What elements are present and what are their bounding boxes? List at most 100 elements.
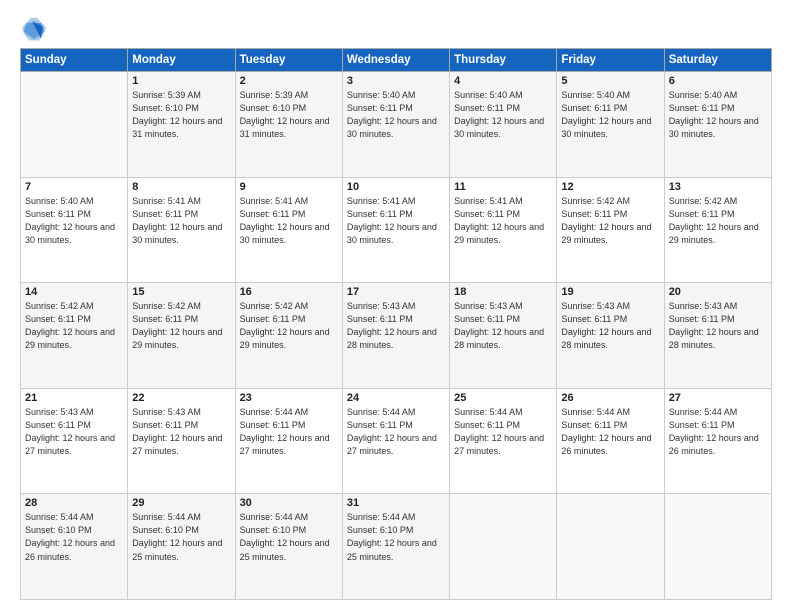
day-cell: 21Sunrise: 5:43 AMSunset: 6:11 PMDayligh…: [21, 388, 128, 494]
week-row-2: 7 Sunrise: 5:40 AMSunset: 6:11 PMDaylight…: [21, 177, 772, 283]
day-cell: 19 Sunrise: 5:43 AMSunset: 6:11 PMDayligh…: [557, 283, 664, 389]
day-number: 10: [347, 181, 445, 193]
day-number: 8: [132, 181, 230, 193]
weekday-header-monday: Monday: [128, 49, 235, 72]
day-cell: [557, 494, 664, 600]
day-info: Sunrise: 5:44 AMSunset: 6:10 PMDaylight:…: [240, 511, 338, 563]
day-cell: 23 Sunrise: 5:44 AMSunset: 6:11 PMDayligh…: [235, 388, 342, 494]
weekday-header-friday: Friday: [557, 49, 664, 72]
day-number: 14: [25, 286, 123, 298]
day-number: 26: [561, 392, 659, 404]
day-cell: [21, 72, 128, 178]
day-info: Sunrise: 5:44 AMSunset: 6:11 PMDaylight:…: [561, 406, 659, 458]
day-info: Sunrise: 5:41 AMSunset: 6:11 PMDaylight:…: [240, 195, 338, 247]
day-cell: 12 Sunrise: 5:42 AMSunset: 6:11 PMDayligh…: [557, 177, 664, 283]
day-number: 1: [132, 75, 230, 87]
day-info: Sunrise: 5:44 AMSunset: 6:10 PMDaylight:…: [347, 511, 445, 563]
day-number: 16: [240, 286, 338, 298]
day-number: 23: [240, 392, 338, 404]
day-number: 18: [454, 286, 552, 298]
day-cell: 9 Sunrise: 5:41 AMSunset: 6:11 PMDaylight…: [235, 177, 342, 283]
day-cell: 4 Sunrise: 5:40 AMSunset: 6:11 PMDaylight…: [450, 72, 557, 178]
day-info: Sunrise: 5:44 AMSunset: 6:10 PMDaylight:…: [25, 511, 123, 563]
day-number: 9: [240, 181, 338, 193]
day-number: 12: [561, 181, 659, 193]
day-cell: 13Sunrise: 5:42 AMSunset: 6:11 PMDayligh…: [664, 177, 771, 283]
day-info: Sunrise: 5:40 AMSunset: 6:11 PMDaylight:…: [454, 89, 552, 141]
logo-icon: [20, 16, 48, 44]
weekday-header-sunday: Sunday: [21, 49, 128, 72]
day-info: Sunrise: 5:41 AMSunset: 6:11 PMDaylight:…: [132, 195, 230, 247]
week-row-4: 21Sunrise: 5:43 AMSunset: 6:11 PMDayligh…: [21, 388, 772, 494]
day-number: 25: [454, 392, 552, 404]
day-number: 20: [669, 286, 767, 298]
day-cell: 24 Sunrise: 5:44 AMSunset: 6:11 PMDayligh…: [342, 388, 449, 494]
day-cell: 31 Sunrise: 5:44 AMSunset: 6:10 PMDayligh…: [342, 494, 449, 600]
day-info: Sunrise: 5:40 AMSunset: 6:11 PMDaylight:…: [347, 89, 445, 141]
day-info: Sunrise: 5:41 AMSunset: 6:11 PMDaylight:…: [347, 195, 445, 247]
day-cell: 26 Sunrise: 5:44 AMSunset: 6:11 PMDayligh…: [557, 388, 664, 494]
day-info: Sunrise: 5:43 AMSunset: 6:11 PMDaylight:…: [561, 300, 659, 352]
calendar-table: SundayMondayTuesdayWednesdayThursdayFrid…: [20, 48, 772, 600]
day-info: Sunrise: 5:44 AMSunset: 6:10 PMDaylight:…: [132, 511, 230, 563]
day-cell: 29Sunrise: 5:44 AMSunset: 6:10 PMDayligh…: [128, 494, 235, 600]
day-info: Sunrise: 5:43 AMSunset: 6:11 PMDaylight:…: [347, 300, 445, 352]
day-number: 31: [347, 497, 445, 509]
day-cell: 5 Sunrise: 5:40 AMSunset: 6:11 PMDaylight…: [557, 72, 664, 178]
week-row-3: 14 Sunrise: 5:42 AMSunset: 6:11 PMDayligh…: [21, 283, 772, 389]
day-number: 30: [240, 497, 338, 509]
day-cell: 10 Sunrise: 5:41 AMSunset: 6:11 PMDayligh…: [342, 177, 449, 283]
day-info: Sunrise: 5:44 AMSunset: 6:11 PMDaylight:…: [669, 406, 767, 458]
day-info: Sunrise: 5:44 AMSunset: 6:11 PMDaylight:…: [240, 406, 338, 458]
day-info: Sunrise: 5:42 AMSunset: 6:11 PMDaylight:…: [561, 195, 659, 247]
day-cell: 30 Sunrise: 5:44 AMSunset: 6:10 PMDayligh…: [235, 494, 342, 600]
day-cell: 7 Sunrise: 5:40 AMSunset: 6:11 PMDaylight…: [21, 177, 128, 283]
day-number: 11: [454, 181, 552, 193]
day-cell: 27 Sunrise: 5:44 AMSunset: 6:11 PMDayligh…: [664, 388, 771, 494]
weekday-header-saturday: Saturday: [664, 49, 771, 72]
week-row-5: 28Sunrise: 5:44 AMSunset: 6:10 PMDayligh…: [21, 494, 772, 600]
day-number: 4: [454, 75, 552, 87]
header: [20, 16, 772, 44]
day-cell: 16 Sunrise: 5:42 AMSunset: 6:11 PMDayligh…: [235, 283, 342, 389]
day-number: 19: [561, 286, 659, 298]
day-cell: 15Sunrise: 5:42 AMSunset: 6:11 PMDayligh…: [128, 283, 235, 389]
day-cell: 8 Sunrise: 5:41 AMSunset: 6:11 PMDaylight…: [128, 177, 235, 283]
day-number: 7: [25, 181, 123, 193]
day-number: 13: [669, 181, 767, 193]
day-cell: [664, 494, 771, 600]
day-cell: 20 Sunrise: 5:43 AMSunset: 6:11 PMDayligh…: [664, 283, 771, 389]
day-number: 17: [347, 286, 445, 298]
day-cell: 14 Sunrise: 5:42 AMSunset: 6:11 PMDayligh…: [21, 283, 128, 389]
day-info: Sunrise: 5:42 AMSunset: 6:11 PMDaylight:…: [132, 300, 230, 352]
day-number: 6: [669, 75, 767, 87]
day-info: Sunrise: 5:43 AMSunset: 6:11 PMDaylight:…: [669, 300, 767, 352]
day-cell: 11Sunrise: 5:41 AMSunset: 6:11 PMDayligh…: [450, 177, 557, 283]
day-info: Sunrise: 5:43 AMSunset: 6:11 PMDaylight:…: [132, 406, 230, 458]
day-info: Sunrise: 5:43 AMSunset: 6:11 PMDaylight:…: [454, 300, 552, 352]
day-info: Sunrise: 5:40 AMSunset: 6:11 PMDaylight:…: [25, 195, 123, 247]
day-number: 22: [132, 392, 230, 404]
day-info: Sunrise: 5:42 AMSunset: 6:11 PMDaylight:…: [25, 300, 123, 352]
day-info: Sunrise: 5:43 AMSunset: 6:11 PMDaylight:…: [25, 406, 123, 458]
day-number: 27: [669, 392, 767, 404]
day-info: Sunrise: 5:40 AMSunset: 6:11 PMDaylight:…: [669, 89, 767, 141]
day-number: 24: [347, 392, 445, 404]
weekday-header-row: SundayMondayTuesdayWednesdayThursdayFrid…: [21, 49, 772, 72]
day-info: Sunrise: 5:40 AMSunset: 6:11 PMDaylight:…: [561, 89, 659, 141]
day-info: Sunrise: 5:44 AMSunset: 6:11 PMDaylight:…: [454, 406, 552, 458]
day-number: 5: [561, 75, 659, 87]
day-cell: 2 Sunrise: 5:39 AMSunset: 6:10 PMDaylight…: [235, 72, 342, 178]
week-row-1: 1 Sunrise: 5:39 AMSunset: 6:10 PMDaylight…: [21, 72, 772, 178]
day-cell: 6 Sunrise: 5:40 AMSunset: 6:11 PMDaylight…: [664, 72, 771, 178]
day-cell: 22 Sunrise: 5:43 AMSunset: 6:11 PMDayligh…: [128, 388, 235, 494]
day-number: 2: [240, 75, 338, 87]
day-info: Sunrise: 5:39 AMSunset: 6:10 PMDaylight:…: [240, 89, 338, 141]
day-cell: 17 Sunrise: 5:43 AMSunset: 6:11 PMDayligh…: [342, 283, 449, 389]
day-info: Sunrise: 5:42 AMSunset: 6:11 PMDaylight:…: [240, 300, 338, 352]
logo: [20, 16, 52, 44]
day-cell: [450, 494, 557, 600]
day-cell: 1 Sunrise: 5:39 AMSunset: 6:10 PMDaylight…: [128, 72, 235, 178]
day-info: Sunrise: 5:44 AMSunset: 6:11 PMDaylight:…: [347, 406, 445, 458]
day-info: Sunrise: 5:39 AMSunset: 6:10 PMDaylight:…: [132, 89, 230, 141]
